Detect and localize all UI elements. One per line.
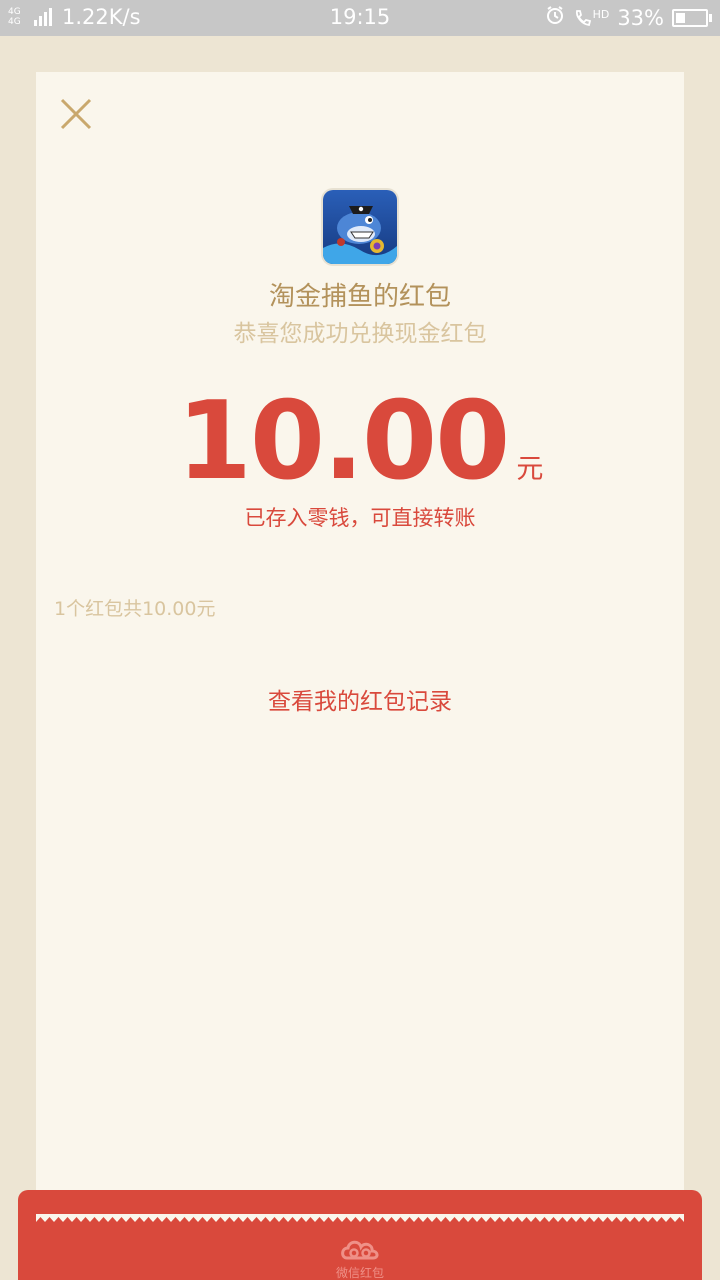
hd-label: HD	[592, 7, 610, 21]
amount-row: 10.00 元	[36, 388, 684, 496]
packet-summary: 1个红包共10.00元	[54, 598, 216, 620]
sender-name: 淘金捕鱼的红包	[268, 282, 451, 312]
amount-unit: 元	[516, 454, 544, 485]
sender-subtitle: 恭喜您成功兑换现金红包	[233, 321, 487, 347]
status-bar: 4G 4G 1.22K/s 19:15 HD 33%	[0, 0, 720, 36]
app-avatar	[323, 190, 397, 264]
amount-value: 10.00	[176, 379, 511, 504]
view-history-link[interactable]: 查看我的红包记录	[36, 682, 684, 716]
zigzag-edge	[36, 1214, 684, 1222]
battery-percent: 33%	[617, 5, 664, 30]
footer-text: 微信红包	[335, 1266, 384, 1280]
cloud-logo-icon	[339, 1236, 381, 1266]
battery-fill	[676, 12, 685, 23]
stored-note: 已存入零钱，可直接转账	[244, 506, 476, 530]
close-icon[interactable]	[56, 94, 96, 134]
battery-icon	[672, 8, 712, 27]
red-packet-card: 淘金捕鱼的红包 恭喜您成功兑换现金红包 10.00 元 已存入零钱，可直接转账 …	[36, 72, 684, 1222]
alarm-icon	[545, 5, 565, 30]
status-right: HD 33%	[545, 5, 712, 30]
hd-call-icon: HD	[573, 7, 610, 28]
